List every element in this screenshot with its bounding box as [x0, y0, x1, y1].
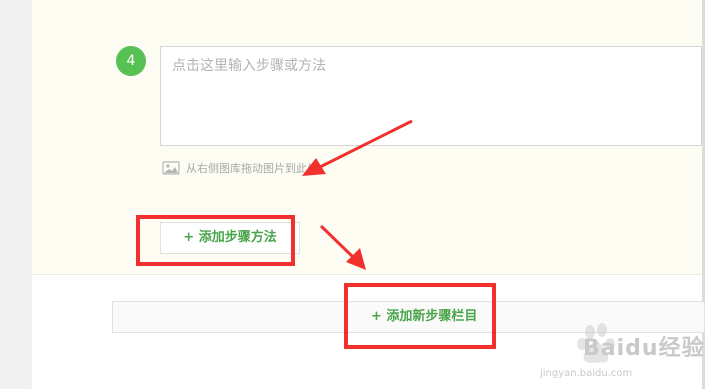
panel-divider [32, 274, 705, 275]
drag-hint-text: 从右侧图库拖动图片到此处 [186, 162, 318, 175]
watermark-url: jingyan.baidu.com [540, 368, 633, 379]
step-input[interactable] [160, 46, 702, 146]
drag-image-hint: 从右侧图库拖动图片到此处 [162, 159, 318, 177]
image-icon [162, 161, 180, 175]
step-number-badge: 4 [116, 46, 146, 76]
watermark-brand: Baidu经验 [583, 336, 705, 361]
highlight-box-add-section [344, 283, 496, 349]
highlight-box-add-method [136, 215, 295, 266]
left-gutter [0, 0, 32, 389]
